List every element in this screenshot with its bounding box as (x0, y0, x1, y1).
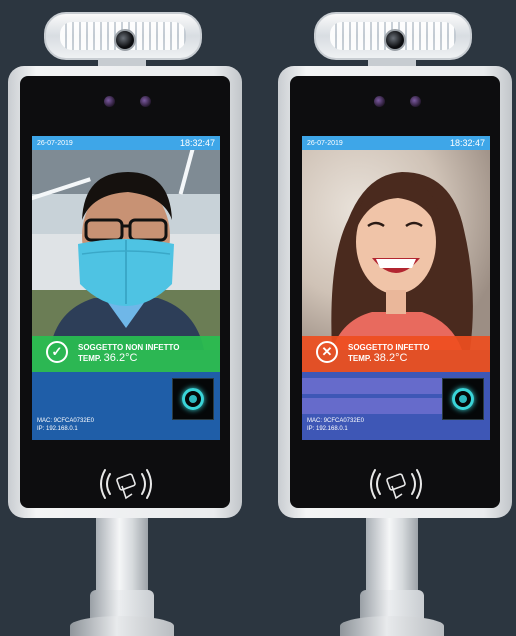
kiosk-right: 26-07-2019 18:32:47 ✕ SOGGETTO INFETTO T… (278, 0, 516, 636)
status-bar: 26-07-2019 18:32:47 (302, 136, 490, 150)
nfc-reader-icon (100, 469, 152, 500)
thermal-camera-module (314, 12, 472, 60)
tablet-bezel: 26-07-2019 18:32:47 (20, 76, 230, 508)
check-circle-icon: ✓ (46, 341, 68, 363)
kiosk-left: 26-07-2019 18:32:47 ✓ SOGGETTO NON INFET… (8, 0, 248, 636)
result-banner-negative: ✓ SOGGETTO NON INFETTO TEMP. 36.2°C (32, 336, 220, 372)
result-status: SOGGETTO INFETTO (348, 343, 430, 353)
x-circle-icon: ✕ (316, 341, 338, 363)
tablet-bezel: 26-07-2019 18:32:47 (290, 76, 500, 508)
face-scan-icon (452, 388, 474, 410)
tablet-frame: 26-07-2019 18:32:47 (8, 66, 242, 518)
mac-address: MAC: 9CFCA0732E0 (307, 418, 365, 424)
ir-sensor-icon (374, 96, 385, 107)
status-time: 18:32:47 (179, 138, 215, 148)
temp-value: 36.2°C (103, 352, 138, 365)
ir-sensor-icon (104, 96, 115, 107)
ir-sensor-icon (410, 96, 421, 107)
info-field (302, 378, 442, 394)
mac-address: MAC: 9CFCA0732E0 (37, 418, 95, 424)
camera-lens-icon (384, 29, 406, 51)
ip-address: IP: 192.168.0.1 (307, 425, 348, 432)
temp-value: 38.2°C (373, 352, 408, 365)
thermal-camera-module (44, 12, 202, 60)
status-time: 18:32:47 (449, 138, 485, 148)
screen: 26-07-2019 18:32:47 (302, 136, 490, 440)
temp-label: TEMP. (78, 354, 102, 364)
status-date: 26-07-2019 (307, 139, 343, 147)
ip-address: IP: 192.168.0.1 (37, 425, 78, 432)
tablet-frame: 26-07-2019 18:32:47 (278, 66, 512, 518)
stand-base (340, 616, 444, 636)
result-banner-positive: ✕ SOGGETTO INFETTO TEMP. 38.2°C (302, 336, 490, 372)
face-scan-thumbnail (442, 378, 484, 420)
info-panel: MAC: 9CFCA0732E0 IP: 192.168.0.1 (302, 372, 490, 440)
camera-feed (302, 150, 490, 350)
ir-sensor-icon (140, 96, 151, 107)
face-scan-icon (182, 388, 204, 410)
camera-feed (32, 150, 220, 350)
face-scan-thumbnail (172, 378, 214, 420)
status-bar: 26-07-2019 18:32:47 (32, 136, 220, 150)
masked-person-photo (50, 172, 204, 350)
result-status: SOGGETTO NON INFETTO (78, 343, 180, 353)
status-date: 26-07-2019 (37, 139, 73, 147)
stand-base (70, 616, 174, 636)
info-field (302, 398, 442, 414)
temp-label: TEMP. (348, 354, 372, 364)
smiling-woman-photo (331, 172, 473, 350)
camera-lens-icon (114, 29, 136, 51)
nfc-reader-icon (370, 469, 422, 500)
info-panel: MAC: 9CFCA0732E0 IP: 192.168.0.1 (32, 372, 220, 440)
screen: 26-07-2019 18:32:47 (32, 136, 220, 440)
